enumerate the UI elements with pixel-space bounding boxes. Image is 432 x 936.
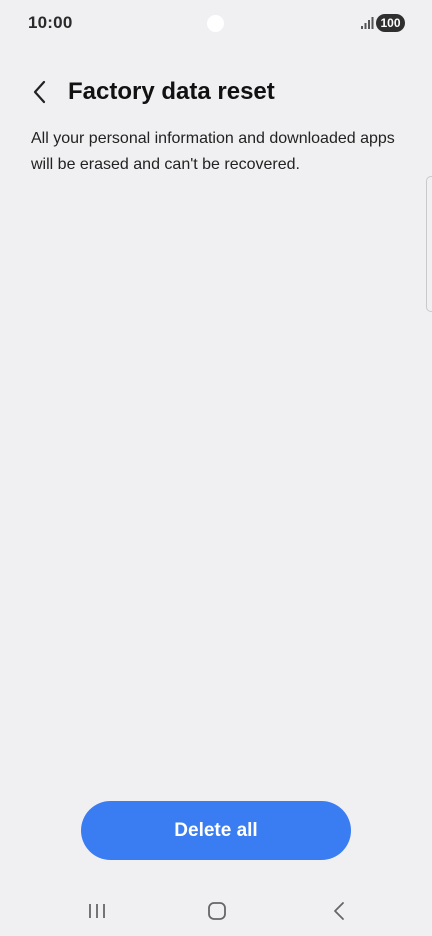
page-title: Factory data reset [68,78,275,105]
battery-level: 100 [380,16,401,30]
back-button[interactable] [24,76,56,108]
reset-description: All your personal information and downlo… [31,130,395,173]
battery-icon: 100 [376,14,405,32]
delete-all-button[interactable]: Delete all [81,801,351,860]
edge-panel-handle[interactable] [426,176,432,312]
back-icon [334,902,344,920]
status-time: 10:00 [28,13,73,32]
recent-apps-icon [89,904,105,918]
app-header: Factory data reset [0,68,432,116]
recent-apps-button[interactable] [77,898,117,924]
navigation-bar [0,888,432,936]
signal-icon [361,17,374,29]
status-bar: 10:00 100 [0,0,432,48]
home-icon [208,902,226,920]
camera-cutout [207,15,224,32]
nav-back-button[interactable] [319,898,359,924]
home-button[interactable] [197,898,237,924]
chevron-left-icon [33,80,46,104]
